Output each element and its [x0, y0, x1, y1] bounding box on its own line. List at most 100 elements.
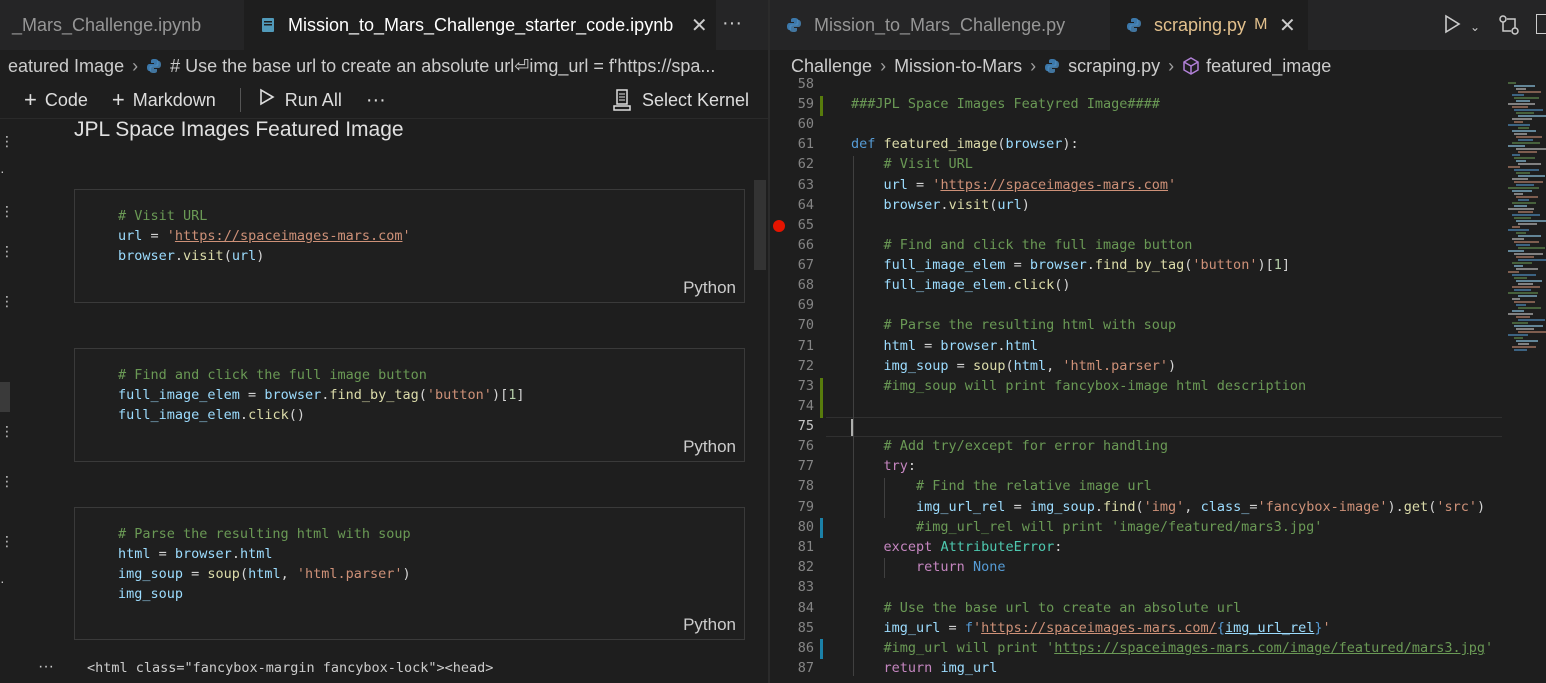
gutter-added-marker[interactable] [820, 96, 823, 116]
cell-language-label[interactable]: Python [683, 278, 736, 298]
line-number[interactable]: 71 [770, 338, 814, 354]
run-all-button[interactable]: Run All [257, 87, 342, 113]
line-number[interactable]: 83 [770, 579, 814, 595]
run-python-file-button[interactable]: ⌄ [1442, 14, 1480, 39]
breadcrumb-item[interactable]: scraping.py [1068, 56, 1160, 77]
add-markdown-cell-button[interactable]: + Markdown [112, 87, 216, 113]
breadcrumb-item[interactable]: # Use the base url to create an absolute… [170, 56, 715, 77]
more-actions-icon[interactable]: ··· [722, 12, 742, 35]
split-editor-icon[interactable] [1536, 14, 1546, 34]
tab-starter-code-notebook[interactable]: Mission_to_Mars_Challenge_starter_code.i… [244, 0, 716, 50]
select-kernel-button[interactable]: Select Kernel [612, 89, 749, 111]
gutter-added-marker[interactable] [820, 378, 823, 418]
cell-language-label[interactable]: Python [683, 615, 736, 635]
code-cell-parse-html[interactable]: # Parse the resulting html with soup htm… [74, 507, 745, 640]
chevron-down-icon[interactable]: ⌄ [1470, 20, 1480, 34]
minimap-line [1512, 130, 1536, 132]
minimap-line [1514, 85, 1535, 87]
line-number[interactable]: 61 [770, 136, 814, 152]
line-number[interactable]: 58 [770, 76, 814, 92]
line-number[interactable]: 78 [770, 478, 814, 494]
line-number[interactable]: 84 [770, 600, 814, 616]
minimap-line [1512, 238, 1524, 240]
breadcrumb-item[interactable]: eatured Image [8, 56, 124, 77]
breadcrumb-item[interactable]: Mission-to-Mars [894, 56, 1022, 77]
close-icon[interactable]: ✕ [689, 13, 709, 38]
minimap-line [1512, 178, 1528, 180]
minimap-line [1516, 220, 1546, 222]
minimap-line [1516, 88, 1526, 90]
code-cell-click-button[interactable]: # Find and click the full image button f… [74, 348, 745, 462]
tab-scraping-py[interactable]: scraping.py M ✕ [1110, 0, 1308, 50]
breadcrumb: eatured Image › # Use the base url to cr… [0, 50, 768, 82]
line-number[interactable]: 70 [770, 317, 814, 333]
line-number[interactable]: 66 [770, 237, 814, 253]
line-number[interactable]: 87 [770, 660, 814, 676]
line-number[interactable]: 69 [770, 297, 814, 313]
line-number[interactable]: 63 [770, 177, 814, 193]
line-number[interactable]: 77 [770, 458, 814, 474]
gutter-modified-marker[interactable] [820, 639, 823, 659]
minimap-line [1516, 256, 1534, 258]
cell-source[interactable]: # Find and click the full image button f… [118, 365, 524, 425]
line-number[interactable]: 68 [770, 277, 814, 293]
line-number[interactable]: 80 [770, 519, 814, 535]
minimap-line [1518, 283, 1533, 285]
tab-label: Mission_to_Mars_Challenge_starter_code.i… [288, 14, 674, 35]
breakpoint-icon[interactable] [773, 220, 785, 232]
line-number[interactable]: 60 [770, 116, 814, 132]
line-number[interactable]: 86 [770, 640, 814, 656]
run-all-icon [257, 87, 277, 113]
minimap-line [1512, 310, 1524, 312]
minimap-line [1516, 328, 1534, 330]
gutter-modified-marker[interactable] [820, 518, 823, 538]
code-editor[interactable]: 58 59 60 61 62 63 64 65 66 67 68 69 70 71 72 73 74 75 76 77… [770, 76, 1546, 683]
line-number[interactable]: 67 [770, 257, 814, 273]
line-number[interactable]: 75 [770, 418, 814, 434]
minimap[interactable] [1508, 82, 1546, 352]
minimap-line [1516, 304, 1526, 306]
minimap-line [1508, 124, 1530, 126]
breadcrumb-item[interactable]: Challenge [791, 56, 872, 77]
minimap-line [1508, 313, 1533, 315]
chevron-right-icon: › [1030, 55, 1037, 76]
output-actions-icon[interactable]: ··· [38, 658, 54, 676]
left-tab-bar: _Mars_Challenge.ipynb Mission_to_Mars_Ch… [0, 0, 768, 50]
right-tab-bar: Mission_to_Mars_Challenge.py scraping.py… [770, 0, 1546, 50]
minimap-line [1512, 262, 1532, 264]
minimap-line [1512, 214, 1540, 216]
tab-mission-to-mars-py[interactable]: Mission_to_Mars_Challenge.py [770, 0, 1106, 50]
minimap-line [1508, 145, 1525, 147]
minimap-line [1518, 343, 1529, 345]
add-code-cell-button[interactable]: + Code [24, 87, 88, 113]
line-number[interactable]: 81 [770, 539, 814, 555]
tab-mars-challenge-notebook[interactable]: _Mars_Challenge.ipynb [0, 0, 240, 50]
line-number[interactable]: 62 [770, 156, 814, 172]
toolbar-more-button[interactable]: ··· [366, 89, 386, 112]
line-number[interactable]: 72 [770, 358, 814, 374]
cell-source[interactable]: # Visit URL url = 'https://spaceimages-m… [118, 206, 411, 266]
minimap-line [1518, 223, 1537, 225]
minimap-line [1508, 103, 1535, 105]
open-changes-icon[interactable] [1498, 14, 1520, 41]
line-number[interactable]: 73 [770, 378, 814, 394]
line-number[interactable]: 79 [770, 499, 814, 515]
scrollbar-thumb[interactable] [754, 180, 766, 270]
cell-source[interactable]: # Parse the resulting html with soup htm… [118, 524, 411, 604]
line-number[interactable]: 74 [770, 398, 814, 414]
cell-language-label[interactable]: Python [683, 437, 736, 457]
line-number[interactable]: 76 [770, 438, 814, 454]
breadcrumb-item[interactable]: featured_image [1206, 56, 1331, 77]
minimap-line [1512, 94, 1524, 96]
minimap-line [1512, 118, 1532, 120]
line-number[interactable]: 64 [770, 197, 814, 213]
cell-output: <html class="fancybox-margin fancybox-lo… [87, 660, 494, 676]
line-number[interactable]: 59 [770, 96, 814, 112]
code-cell-visit-url[interactable]: # Visit URL url = 'https://spaceimages-m… [74, 189, 745, 303]
minimap-line [1514, 109, 1543, 111]
line-number[interactable]: 85 [770, 620, 814, 636]
line-number[interactable]: 82 [770, 559, 814, 575]
minimap-line [1512, 274, 1536, 276]
python-icon [1044, 58, 1060, 74]
close-icon[interactable]: ✕ [1277, 13, 1297, 38]
